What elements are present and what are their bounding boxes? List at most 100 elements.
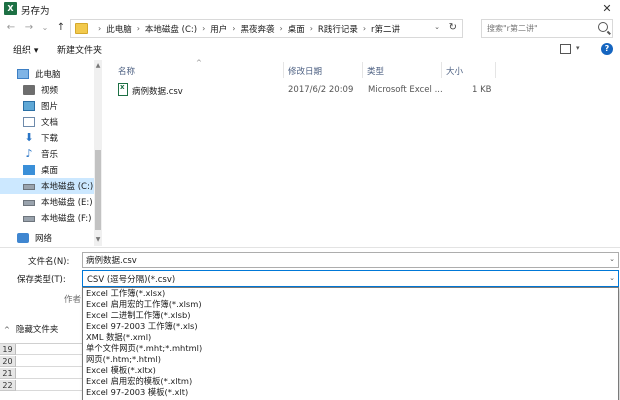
nav-item-drive-c[interactable]: 本地磁盘 (C:) xyxy=(0,178,94,194)
filetype-option[interactable]: Excel 模板(*.xltx) xyxy=(83,365,618,376)
file-type: Microsoft Excel ... xyxy=(368,85,443,95)
row-header[interactable]: 21 xyxy=(0,368,16,379)
filetype-option[interactable]: 网页(*.htm;*.html) xyxy=(83,354,618,365)
nav-item-videos[interactable]: 视频 xyxy=(0,82,94,98)
nav-item-downloads[interactable]: ⬇ 下载 xyxy=(0,130,94,146)
filename-field[interactable]: ⌄ xyxy=(82,252,619,268)
column-header-type[interactable]: 类型 xyxy=(367,65,384,77)
breadcrumb-item[interactable]: R践行记录 xyxy=(318,23,358,35)
column-header-modified[interactable]: 修改日期 xyxy=(288,65,322,77)
drive-icon xyxy=(23,184,35,190)
chevron-down-icon[interactable]: ▾ xyxy=(576,44,580,52)
chevron-down-icon[interactable]: ⌄ xyxy=(609,255,615,263)
hide-folders-button[interactable]: ^ 隐藏文件夹 xyxy=(4,323,58,335)
breadcrumb-item[interactable]: 桌面 xyxy=(288,23,305,35)
nav-item-label: 此电脑 xyxy=(35,70,61,80)
filetype-option[interactable]: XML 数据(*.xml) xyxy=(83,332,618,343)
filetype-option[interactable]: Excel 二进制工作簿(*.xlsb) xyxy=(83,310,618,321)
breadcrumb: › 此电脑 › 本地磁盘 (C:) › 用户 › 黑夜奔袭 › 桌面 › R践行… xyxy=(93,20,400,37)
chevron-right-icon: › xyxy=(98,24,102,33)
column-header-name[interactable]: 名称 xyxy=(118,65,135,77)
nav-item-label: 本地磁盘 (E:) xyxy=(41,198,93,208)
file-size: 1 KB xyxy=(472,85,492,95)
hide-folders-label: 隐藏文件夹 xyxy=(15,325,59,335)
breadcrumb-item[interactable]: 用户 xyxy=(210,23,227,35)
nav-item-label: 音乐 xyxy=(41,150,59,160)
column-divider[interactable] xyxy=(362,62,363,78)
filename-label: 文件名(N): xyxy=(28,257,70,267)
filetype-option[interactable]: Excel 97-2003 工作簿(*.xls) xyxy=(83,321,618,332)
video-icon xyxy=(23,85,35,95)
folder-icon xyxy=(75,23,88,34)
nav-item-network[interactable]: 网络 xyxy=(0,230,94,246)
filetype-label: 保存类型(T): xyxy=(17,275,66,285)
recent-locations-button[interactable]: ⌄ xyxy=(38,21,52,35)
nav-item-drive-f[interactable]: 本地磁盘 (F:) xyxy=(0,210,94,226)
nav-item-desktop[interactable]: 桌面 xyxy=(0,162,94,178)
filetype-value: CSV (逗号分隔)(*.csv) xyxy=(87,275,176,285)
refresh-icon[interactable]: ↻ xyxy=(449,22,457,33)
grid-cell[interactable] xyxy=(16,356,82,367)
scroll-up-icon[interactable]: ▲ xyxy=(94,62,102,69)
file-row[interactable]: 病例数据.csv 2017/6/2 20:09 Microsoft Excel … xyxy=(114,82,494,98)
grid-cell[interactable] xyxy=(16,344,82,355)
filetype-select[interactable]: CSV (逗号分隔)(*.csv) ⌄ xyxy=(82,270,619,287)
nav-item-drive-e[interactable]: 本地磁盘 (E:) xyxy=(0,194,94,210)
filetype-dropdown-list[interactable]: Excel 工作簿(*.xlsx) Excel 启用宏的工作簿(*.xlsm) … xyxy=(82,287,619,400)
chevron-down-icon[interactable]: ⌄ xyxy=(434,23,440,31)
author-label: 作者: xyxy=(64,295,84,305)
nav-item-music[interactable]: ♪ 音乐 xyxy=(0,146,94,162)
row-header[interactable]: 22 xyxy=(0,380,16,391)
chevron-down-icon[interactable]: ⌄ xyxy=(609,274,615,282)
grid-cell[interactable] xyxy=(16,380,82,391)
breadcrumb-item[interactable]: 此电脑 xyxy=(106,23,132,35)
nav-item-this-pc[interactable]: 此电脑 xyxy=(0,66,94,82)
filename-input[interactable] xyxy=(86,253,586,267)
column-divider[interactable] xyxy=(441,62,442,78)
chevron-right-icon: › xyxy=(136,24,140,33)
filetype-option[interactable]: Excel 97-2003 模板(*.xlt) xyxy=(83,387,618,398)
new-folder-button[interactable]: 新建文件夹 xyxy=(57,43,102,56)
nav-item-documents[interactable]: 文档 xyxy=(0,114,94,130)
title-bar: X 另存为 ✕ xyxy=(0,0,620,18)
column-divider[interactable] xyxy=(283,62,284,78)
column-divider[interactable] xyxy=(495,62,496,78)
nav-item-label: 视频 xyxy=(41,86,59,96)
nav-item-label: 本地磁盘 (F:) xyxy=(41,214,92,224)
grid-cell[interactable] xyxy=(16,368,82,379)
desktop-icon xyxy=(23,165,35,175)
filetype-option[interactable]: Excel 启用宏的模板(*.xltm) xyxy=(83,376,618,387)
filetype-option[interactable]: Excel 工作簿(*.xlsx) xyxy=(83,288,618,299)
up-folder-button[interactable]: ↑ xyxy=(54,21,68,35)
filetype-option[interactable]: 单个文件网页(*.mht;*.mhtml) xyxy=(83,343,618,354)
breadcrumb-item[interactable]: 本地磁盘 (C:) xyxy=(145,23,197,35)
address-bar[interactable]: › 此电脑 › 本地磁盘 (C:) › 用户 › 黑夜奔袭 › 桌面 › R践行… xyxy=(70,19,463,38)
breadcrumb-item[interactable]: 黑夜奔袭 xyxy=(240,23,274,35)
nav-item-pictures[interactable]: 图片 xyxy=(0,98,94,114)
nav-scrollbar-thumb[interactable] xyxy=(95,150,101,230)
organize-button[interactable]: 组织 ▾ xyxy=(13,43,38,56)
breadcrumb-item[interactable]: r第二讲 xyxy=(371,23,400,35)
search-box[interactable] xyxy=(481,19,613,38)
help-icon[interactable]: ? xyxy=(601,43,613,55)
column-header-size[interactable]: 大小 xyxy=(446,65,463,77)
file-list-header: 名称 ^ 修改日期 类型 大小 xyxy=(110,59,620,78)
dialog-title: 另存为 xyxy=(21,6,50,17)
scroll-down-icon[interactable]: ▼ xyxy=(94,236,102,243)
view-options-icon[interactable] xyxy=(560,44,571,54)
divider xyxy=(0,247,620,248)
toolbar: 组织 ▾ 新建文件夹 ▾ ? xyxy=(0,40,620,60)
nav-item-label: 本地磁盘 (C:) xyxy=(41,182,94,192)
chevron-up-icon: ^ xyxy=(4,326,10,334)
close-button[interactable]: ✕ xyxy=(598,0,616,18)
forward-button[interactable]: → xyxy=(22,21,36,35)
search-input[interactable] xyxy=(487,21,597,36)
back-button[interactable]: ← xyxy=(4,21,18,35)
row-header[interactable]: 19 xyxy=(0,344,16,355)
filetype-option[interactable]: Excel 启用宏的工作簿(*.xlsm) xyxy=(83,299,618,310)
nav-item-label: 文档 xyxy=(41,118,59,128)
chevron-right-icon: › xyxy=(202,24,206,33)
row-header[interactable]: 20 xyxy=(0,356,16,367)
sort-ascending-icon: ^ xyxy=(196,59,202,67)
nav-item-label: 桌面 xyxy=(41,166,59,176)
